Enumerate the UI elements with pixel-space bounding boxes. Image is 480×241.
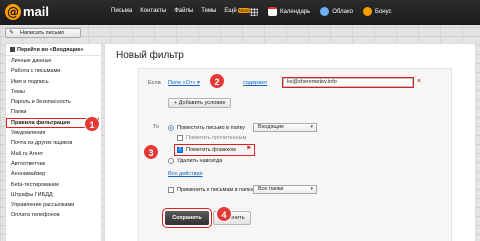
apps-grid[interactable] (250, 7, 258, 16)
if-label: Если (148, 80, 161, 86)
new-badge: NEW (237, 8, 251, 13)
inbox-icon (10, 47, 15, 53)
at-sign-icon: @ (5, 4, 21, 20)
apps-bar: Календарь Облако Бонус (250, 7, 392, 16)
sidebar-item[interactable]: Анонимайзер (6, 169, 101, 179)
remove-condition-icon[interactable]: × (415, 78, 423, 87)
sidebar-item[interactable]: Имя и подпись (6, 77, 101, 87)
annotation-marker-2: 2 (209, 73, 225, 89)
apply-to-folders-checkbox[interactable] (168, 187, 174, 193)
condition-select[interactable]: содержит (243, 80, 267, 86)
nav-contacts[interactable]: Контакты (140, 8, 166, 14)
all-actions-link[interactable]: Все действия (168, 171, 203, 177)
bonus-label: Бонус (375, 8, 392, 15)
annotation-marker-3: 3 (143, 144, 159, 160)
compose-label: Написать письмо (20, 30, 65, 36)
mark-read-checkbox[interactable] (177, 135, 183, 141)
sidebar-item[interactable]: Пароль и безопасность (6, 97, 101, 107)
nav-themes[interactable]: Темы (201, 8, 216, 14)
filter-panel: Если Поле «От» ▾ содержит ks@sheremetev.… (138, 68, 452, 241)
calendar-label: Календарь (280, 8, 311, 15)
settings-sidebar: Перейти во «Входящие» Личные данные Работ… (5, 43, 102, 241)
sidebar-item[interactable]: Темы (6, 87, 101, 97)
cloud-icon (320, 7, 330, 16)
page-title: Новый фильтр (116, 50, 184, 61)
back-to-inbox-label: Перейти во «Входящие» (17, 47, 84, 53)
cloud-link[interactable]: Облако (320, 7, 353, 16)
sidebar-item[interactable]: Автоответчик (6, 159, 101, 169)
nav-more[interactable]: Ещё NEW (224, 8, 251, 14)
flag-label: Пометить флажком (186, 147, 236, 153)
nav-letters[interactable]: Письма (111, 8, 132, 14)
top-bar: @ mail Письма Контакты Файлы Темы Ещё NEW… (0, 0, 480, 25)
sidebar-item[interactable]: Беta-тестирование (6, 180, 101, 190)
calendar-link[interactable]: Календарь (268, 7, 310, 16)
sidebar-item[interactable]: Mail.ru Агент (6, 149, 101, 159)
move-to-folder-label: Поместить письмо в папку (177, 125, 245, 131)
flag-icon: ⚑ (246, 146, 252, 152)
back-to-inbox-link[interactable]: Перейти во «Входящие» (6, 44, 101, 56)
compose-button[interactable]: ✎ Написать письмо (5, 28, 81, 38)
then-label: То (153, 124, 159, 130)
sidebar-list: Личные данные Работа с письмами Имя и подп… (6, 56, 101, 221)
field-select-label: Поле «От» (168, 80, 196, 86)
sidebar-item[interactable]: Управление рассылками (6, 200, 101, 210)
grid-icon (250, 7, 258, 16)
sidebar-item[interactable]: Почта из других ящиков (6, 138, 101, 148)
nav-more-label: Ещё (224, 8, 237, 14)
logo-text: mail (23, 4, 50, 19)
mailru-logo[interactable]: @ mail (5, 3, 49, 21)
delete-forever-label: Удалить навсегда (177, 158, 223, 164)
sidebar-item[interactable]: Оплата телефонов (6, 210, 101, 220)
sidebar-item[interactable]: Штрафы ГИБДД (6, 190, 101, 200)
main-nav: Письма Контакты Файлы Темы Ещё NEW (111, 8, 251, 14)
cloud-label: Облако (332, 8, 353, 15)
nav-files[interactable]: Файлы (174, 8, 193, 14)
mark-read-label: Пометить прочитанным (186, 135, 247, 141)
field-select[interactable]: Поле «От» ▾ (168, 80, 200, 86)
calendar-icon (268, 7, 277, 16)
annotation-marker-4: 4 (216, 206, 232, 222)
flag-checkbox[interactable] (177, 146, 183, 153)
delete-forever-radio[interactable] (168, 158, 174, 164)
condition-value-input[interactable]: ks@sheremetev.info (282, 77, 414, 88)
add-condition-button[interactable]: + Добавить условие (168, 98, 232, 108)
save-button[interactable]: Сохранить (162, 208, 212, 228)
annotation-marker-1: 1 (84, 116, 100, 132)
move-to-folder-radio[interactable] (168, 125, 174, 131)
apply-to-folders-label: Применить к письмам в папках (177, 187, 257, 193)
bonus-link[interactable]: Бонус (363, 7, 392, 16)
pencil-icon: ✎ (9, 30, 15, 36)
apply-folders-select[interactable]: Все папки (253, 185, 317, 194)
folder-select[interactable]: Входящие (253, 123, 317, 132)
main-content: Новый фильтр Если Поле «От» ▾ содержит k… (104, 43, 476, 241)
sidebar-item[interactable]: Личные данные (6, 56, 101, 66)
bonus-icon (363, 7, 372, 16)
sidebar-item[interactable]: Работа с письмами (6, 66, 101, 76)
